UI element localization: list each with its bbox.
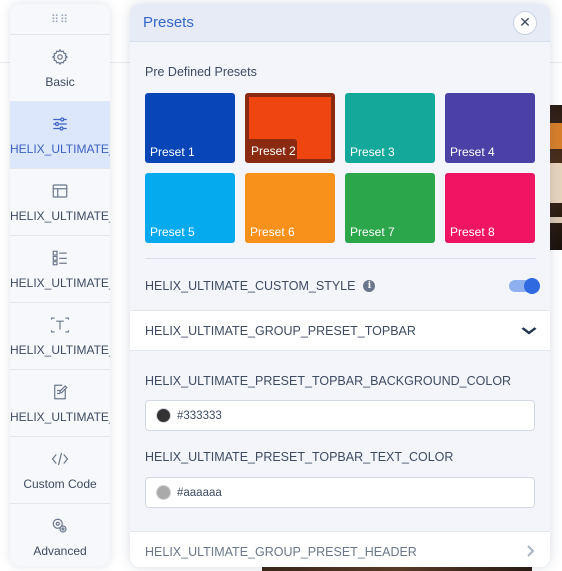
sidebar-item-typography[interactable]: HELIX_ULTIMATE_TYPO (10, 302, 110, 369)
group-topbar-header[interactable]: HELIX_ULTIMATE_GROUP_PRESET_TOPBAR (130, 310, 550, 351)
close-button[interactable]: ✕ (513, 10, 537, 35)
edit-document-icon (50, 382, 70, 402)
sidebar-item-label: HELIX_ULTIMATE_PRES (10, 142, 110, 156)
close-icon: ✕ (519, 14, 531, 30)
divider (145, 258, 536, 259)
preset-label: Preset 4 (450, 145, 495, 159)
topbar-bg-color-value: #333333 (177, 409, 222, 422)
preset-label: Preset 8 (450, 225, 495, 239)
settings-advanced-icon (50, 516, 70, 536)
preset-1[interactable]: Preset 1 (145, 93, 235, 163)
preset-label: Preset 1 (150, 145, 195, 159)
preset-3[interactable]: Preset 3 (345, 93, 435, 163)
menu-list-icon (50, 248, 70, 268)
preset-label: Preset 2 (251, 144, 296, 158)
preset-4[interactable]: Preset 4 (445, 93, 535, 163)
preset-2[interactable]: Preset 2 (245, 93, 335, 163)
panel-header: Presets ✕ (130, 4, 550, 42)
sidebar-item-presets[interactable]: HELIX_ULTIMATE_PRES (10, 101, 110, 168)
group-topbar-label: HELIX_ULTIMATE_GROUP_PRESET_TOPBAR (145, 323, 416, 338)
custom-style-row: HELIX_ULTIMATE_CUSTOM_STYLE i (145, 276, 540, 296)
topbar-text-color-value: #aaaaaa (177, 486, 222, 499)
sidebar-item-label: HELIX_ULTIMATE_BLOG (10, 410, 110, 424)
code-icon (50, 449, 70, 469)
topbar-text-color-label: HELIX_ULTIMATE_PRESET_TOPBAR_TEXT_COLOR (145, 450, 454, 464)
typography-icon (50, 315, 70, 335)
group-header-header[interactable]: HELIX_ULTIMATE_GROUP_PRESET_HEADER (130, 531, 550, 567)
sidebar-item-blog[interactable]: HELIX_ULTIMATE_BLOG (10, 369, 110, 436)
info-icon[interactable]: i (363, 280, 376, 292)
preset-label: Preset 5 (150, 225, 195, 239)
topbar-text-color-field[interactable]: #aaaaaa (145, 477, 535, 508)
predefined-presets-label: Pre Defined Presets (145, 65, 257, 79)
preset-8[interactable]: Preset 8 (445, 173, 535, 243)
group-header-label: HELIX_ULTIMATE_GROUP_PRESET_HEADER (145, 544, 417, 559)
sliders-icon (50, 114, 70, 134)
chevron-right-icon (527, 544, 535, 560)
sidebar-item-navigation[interactable]: HELIX_ULTIMATE_NAVI (10, 235, 110, 302)
sidebar-item-layout[interactable]: HELIX_ULTIMATE_LAYO (10, 168, 110, 235)
sidebar-item-basic[interactable]: Basic (10, 34, 110, 101)
sidebar-item-label: Advanced (33, 544, 87, 558)
sidebar-item-label: HELIX_ULTIMATE_LAYO (10, 209, 110, 223)
preset-grid: Preset 1 Preset 2 Preset 3 Preset 4 Pres… (145, 93, 536, 243)
layout-icon (50, 181, 70, 201)
preset-5[interactable]: Preset 5 (145, 173, 235, 243)
preset-label: Preset 6 (250, 225, 295, 239)
sidebar-item-custom-code[interactable]: Custom Code (10, 436, 110, 503)
topbar-bg-color-label: HELIX_ULTIMATE_PRESET_TOPBAR_BACKGROUND_… (145, 374, 512, 388)
preset-7[interactable]: Preset 7 (345, 173, 435, 243)
sidebar-item-label: Custom Code (23, 477, 97, 491)
custom-style-label: HELIX_ULTIMATE_CUSTOM_STYLE (145, 279, 356, 293)
color-swatch (156, 485, 171, 500)
chevron-down-icon (521, 323, 537, 338)
custom-style-toggle[interactable] (509, 278, 540, 294)
drag-handle-icon[interactable]: ⠿⠿ (10, 4, 110, 34)
sidebar-item-label: HELIX_ULTIMATE_TYPO (10, 343, 110, 357)
topbar-bg-color-field[interactable]: #333333 (145, 400, 535, 431)
preset-6[interactable]: Preset 6 (245, 173, 335, 243)
sidebar: ⠿⠿ Basic HELIX_ULTIMATE_PRES HELIX_ULTIM… (10, 4, 110, 566)
gear-icon (50, 47, 70, 67)
sidebar-item-label: Basic (45, 75, 75, 89)
preset-label: Preset 7 (350, 225, 395, 239)
presets-panel: Presets ✕ Pre Defined Presets Preset 1 P… (130, 4, 550, 567)
panel-title: Presets (143, 14, 194, 31)
sidebar-item-label: HELIX_ULTIMATE_NAVI (10, 276, 110, 290)
preset-label: Preset 3 (350, 145, 395, 159)
sidebar-item-advanced[interactable]: Advanced (10, 503, 110, 566)
color-swatch (156, 408, 171, 423)
